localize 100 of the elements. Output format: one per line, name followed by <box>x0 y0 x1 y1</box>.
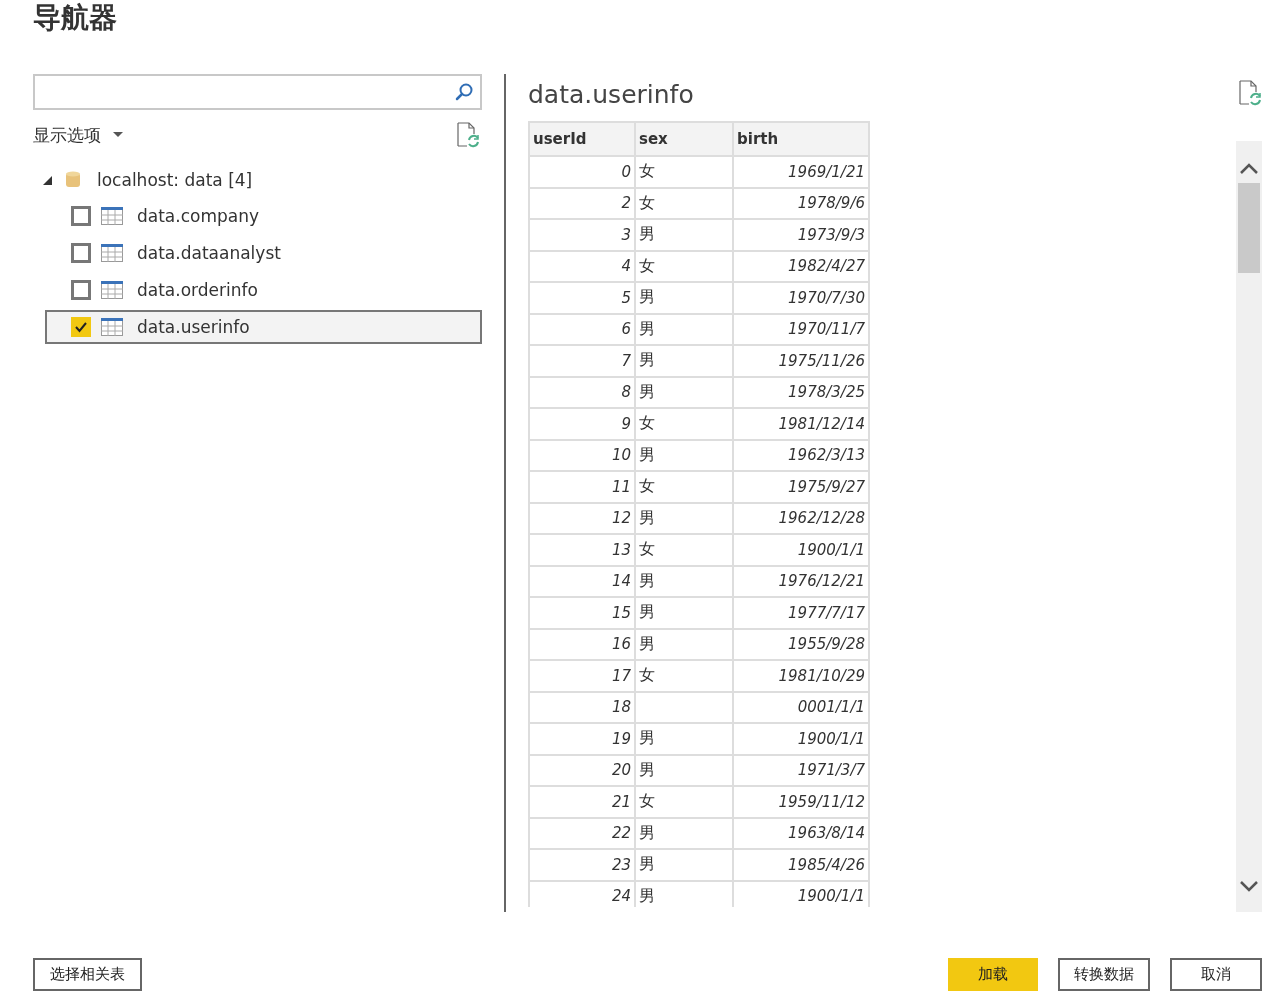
table-cell: 1955/9/28 <box>733 628 869 660</box>
table-cell: 1982/4/27 <box>733 250 869 282</box>
table-cell: 1981/10/29 <box>733 660 869 692</box>
table-cell: 10 <box>529 439 635 471</box>
table-cell: 1959/11/12 <box>733 786 869 818</box>
table-cell: 21 <box>529 786 635 818</box>
table-cell: 20 <box>529 754 635 786</box>
tree-item[interactable]: data.company <box>45 199 482 233</box>
table-cell: 女 <box>639 665 655 685</box>
table-cell: 男 <box>639 822 655 842</box>
table-cell: 男 <box>639 759 655 779</box>
column-header: sex <box>635 122 733 156</box>
table-cell: 男 <box>639 570 655 590</box>
table-cell: 1963/8/14 <box>733 817 869 849</box>
dialog-button[interactable]: 转换数据 <box>1058 958 1150 991</box>
table-cell: 男 <box>639 885 655 905</box>
table-cell: 12 <box>529 502 635 534</box>
table-cell: 1976/12/21 <box>733 565 869 597</box>
table-cell: 1900/1/1 <box>733 534 869 566</box>
database-icon <box>66 171 80 189</box>
column-header: userId <box>529 122 635 156</box>
table-cell: 23 <box>529 849 635 881</box>
table-cell: 女 <box>639 255 655 275</box>
table-cell: 6 <box>529 313 635 345</box>
table-cell: 11 <box>529 471 635 503</box>
search-field[interactable] <box>33 74 482 110</box>
table-cell: 1985/4/26 <box>733 849 869 881</box>
table-cell: 1969/1/21 <box>733 156 869 188</box>
tree-item[interactable]: data.orderinfo <box>45 273 482 307</box>
table-icon <box>101 244 123 262</box>
preview-title: data.userinfo <box>528 80 694 109</box>
table-cell: 8 <box>529 376 635 408</box>
table-cell: 1975/11/26 <box>733 345 869 377</box>
tree-item[interactable]: data.userinfo <box>45 310 482 344</box>
table-icon <box>101 281 123 299</box>
tree-root-label[interactable]: localhost: data [4] <box>97 170 253 190</box>
expand-arrow-icon[interactable] <box>43 175 52 185</box>
table-cell: 4 <box>529 250 635 282</box>
table-cell: 1975/9/27 <box>733 471 869 503</box>
table-cell: 女 <box>639 791 655 811</box>
table-cell: 1973/9/3 <box>733 219 869 251</box>
table-cell: 男 <box>639 444 655 464</box>
table-cell: 5 <box>529 282 635 314</box>
table-cell: 1962/12/28 <box>733 502 869 534</box>
checkbox[interactable] <box>71 317 91 337</box>
checkbox[interactable] <box>71 206 91 226</box>
table-cell: 1970/11/7 <box>733 313 869 345</box>
scroll-down-icon[interactable] <box>1240 880 1258 892</box>
table-cell: 1900/1/1 <box>733 723 869 755</box>
check-icon <box>74 320 88 334</box>
refresh-document-icon[interactable] <box>1238 80 1262 106</box>
checkbox[interactable] <box>71 280 91 300</box>
table-cell: 1970/7/30 <box>733 282 869 314</box>
table-cell: 男 <box>639 854 655 874</box>
caret-icon <box>113 132 123 138</box>
table-cell: 19 <box>529 723 635 755</box>
table-cell: 16 <box>529 628 635 660</box>
table-cell: 9 <box>529 408 635 440</box>
table-cell: 3 <box>529 219 635 251</box>
table-cell: 1971/3/7 <box>733 754 869 786</box>
table-cell: 1962/3/13 <box>733 439 869 471</box>
table-cell: 22 <box>529 817 635 849</box>
table-cell: 女 <box>639 413 655 433</box>
table-cell: 2 <box>529 187 635 219</box>
table-cell: 男 <box>639 350 655 370</box>
table-cell: 1978/3/25 <box>733 376 869 408</box>
table-cell: 15 <box>529 597 635 629</box>
dialog-button[interactable]: 加载 <box>948 958 1038 991</box>
window-title: 导航器 <box>33 0 117 36</box>
table-icon <box>101 207 123 225</box>
table-cell: 男 <box>639 318 655 338</box>
scroll-up-icon[interactable] <box>1240 163 1258 175</box>
table-cell: 男 <box>639 728 655 748</box>
table-cell: 女 <box>639 161 655 181</box>
table-cell: 男 <box>639 381 655 401</box>
table-cell: 0001/1/1 <box>733 691 869 723</box>
tree-item[interactable]: data.dataanalyst <box>45 236 482 270</box>
table-cell: 女 <box>639 476 655 496</box>
table-cell: 13 <box>529 534 635 566</box>
table-cell: 0 <box>529 156 635 188</box>
display-options-dropdown[interactable]: 显示选项 <box>33 123 123 147</box>
table-cell: 1977/7/17 <box>733 597 869 629</box>
scrollbar[interactable] <box>1236 141 1262 912</box>
table-icon <box>101 318 123 336</box>
checkbox[interactable] <box>71 243 91 263</box>
dialog-button[interactable]: 取消 <box>1170 958 1262 991</box>
scrollbar-thumb[interactable] <box>1238 183 1260 273</box>
table-cell: 1981/12/14 <box>733 408 869 440</box>
select-related-tables-button[interactable]: 选择相关表 <box>33 958 142 991</box>
refresh-document-icon[interactable] <box>456 122 480 148</box>
table-cell: 女 <box>639 539 655 559</box>
table-cell: 1978/9/6 <box>733 187 869 219</box>
table-cell: 男 <box>639 224 655 244</box>
table-cell: 24 <box>529 880 635 907</box>
table-cell: 男 <box>639 507 655 527</box>
search-icon <box>454 82 474 102</box>
table-cell: 18 <box>529 691 635 723</box>
table-cell: 女 <box>639 192 655 212</box>
table-cell: 男 <box>639 633 655 653</box>
table-cell: 17 <box>529 660 635 692</box>
